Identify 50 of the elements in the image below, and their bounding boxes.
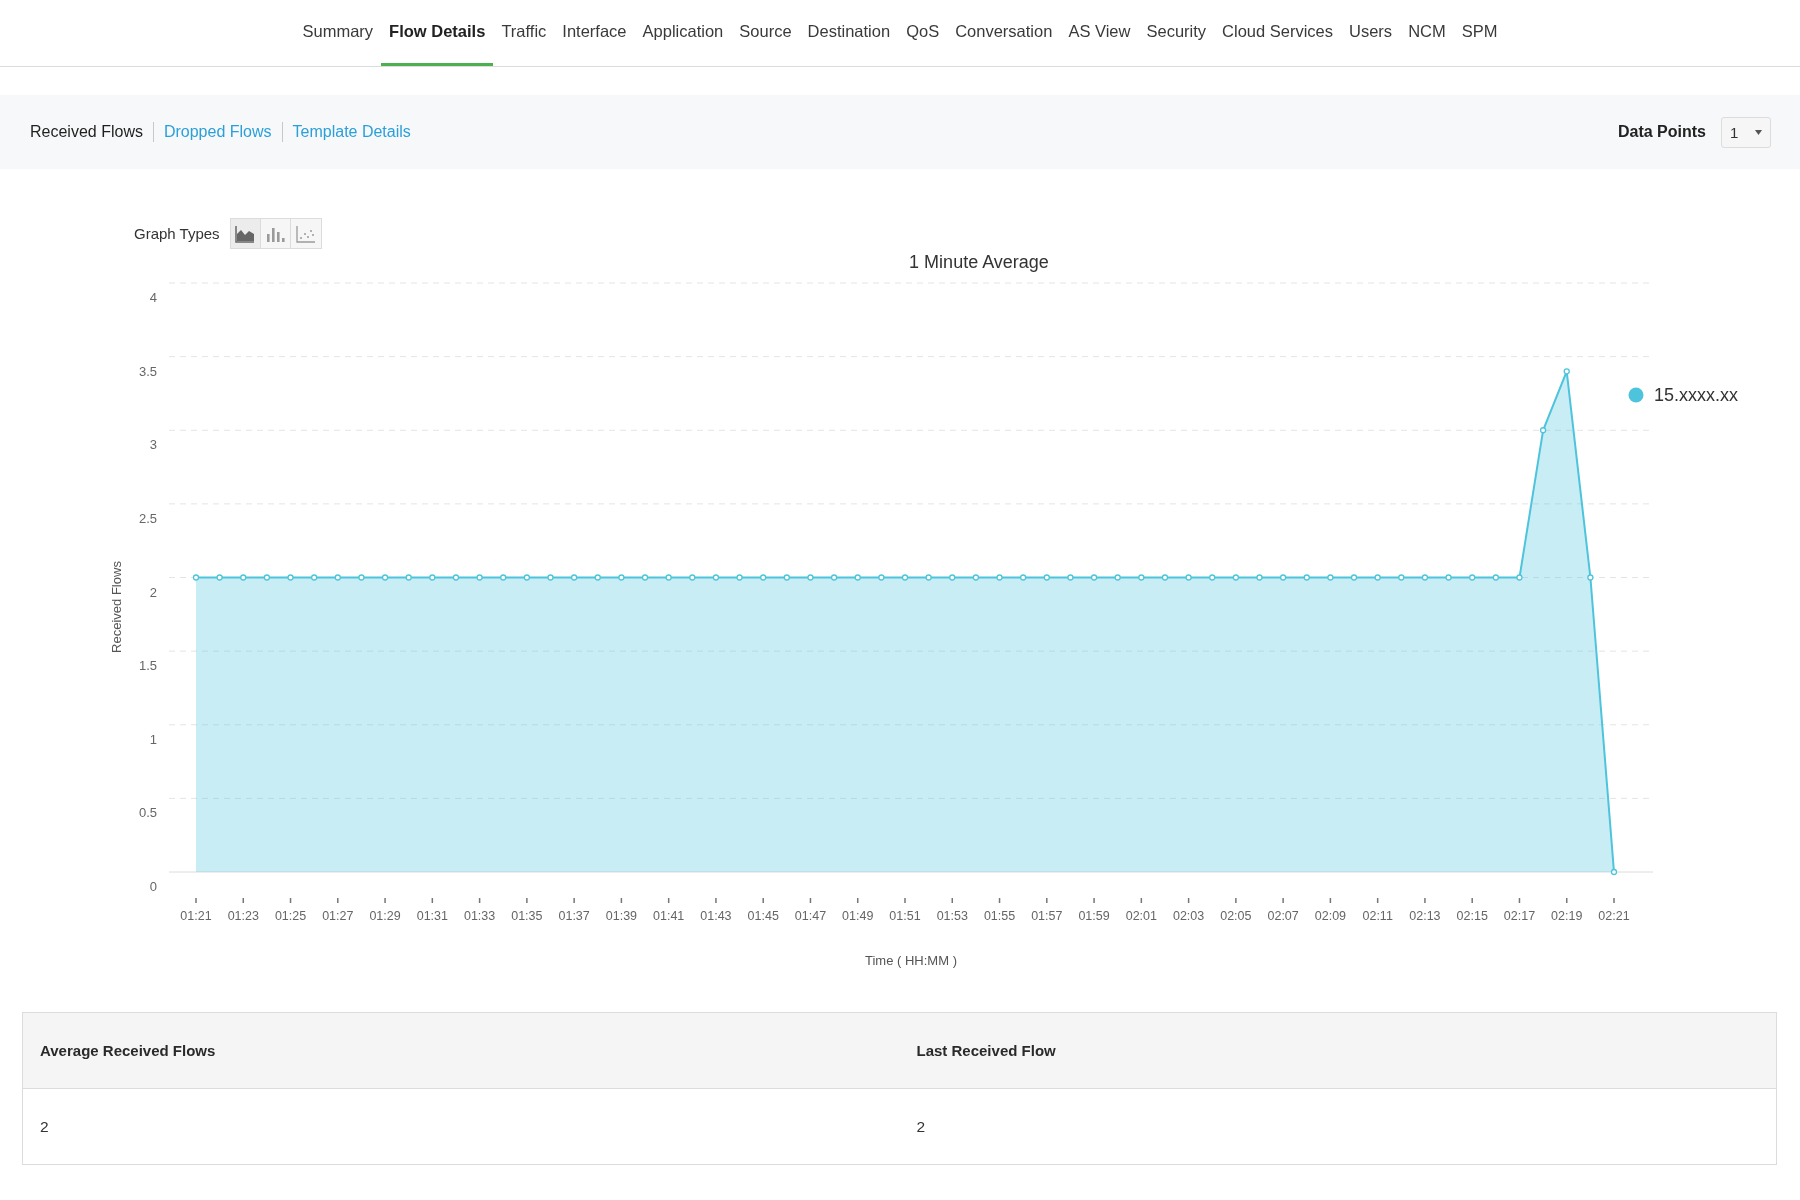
x-axis-tick-label: 01:35 — [511, 909, 543, 923]
x-axis-tick-label: 02:09 — [1314, 909, 1347, 923]
x-axis-tick-label: 02:05 — [1220, 909, 1252, 923]
y-axis-tick-label: 4 — [149, 290, 157, 305]
column-header: Average Received Flows — [22, 1012, 900, 1089]
x-axis-tick-label: 01:45 — [747, 909, 779, 923]
x-axis-tick-label: 02:21 — [1598, 909, 1630, 923]
y-axis-tick-label: 0 — [149, 879, 157, 894]
x-axis-tick-label: 02:15 — [1456, 909, 1488, 923]
x-axis-tick-label: 02:07 — [1267, 909, 1299, 923]
x-axis-tick-label: 01:55 — [983, 909, 1016, 923]
x-axis-tick-label: 01:51 — [889, 909, 921, 923]
x-axis-tick-label: 02:13 — [1409, 909, 1441, 923]
table-cell: 2 — [22, 1088, 900, 1165]
x-axis-tick-label: 01:59 — [1078, 909, 1110, 923]
x-axis-tick-label: 01:49 — [842, 909, 874, 923]
x-axis-tick-label: 02:11 — [1362, 909, 1393, 923]
x-axis-tick-label: 01:23 — [227, 909, 259, 923]
x-axis-tick-label: 01:39 — [605, 909, 638, 923]
x-axis-tick-label: 01:47 — [794, 909, 827, 923]
x-axis-title: Time ( HH:MM ) — [865, 953, 957, 968]
y-axis-tick-label: 2 — [149, 584, 157, 600]
y-axis-tick-label: 2.5 — [138, 510, 157, 526]
x-axis-tick-label: 02:19 — [1551, 909, 1583, 923]
x-axis-tick-label: 01:33 — [463, 909, 496, 923]
x-axis-tick-label: 01:27 — [322, 909, 354, 923]
x-axis-tick-label: 01:25 — [274, 909, 307, 923]
y-axis-tick-label: 3 — [149, 437, 157, 453]
x-axis-tick-label: 01:43 — [700, 909, 732, 923]
x-axis-tick-label: 01:53 — [936, 909, 968, 923]
y-axis-tick-label: 3.5 — [138, 363, 157, 379]
x-axis-tick-label: 02:03 — [1172, 909, 1205, 923]
x-axis-tick-label: 02:17 — [1503, 909, 1536, 923]
x-axis-tick-label: 01:41 — [653, 909, 685, 923]
y-axis-tick-label: 1.5 — [138, 658, 157, 674]
x-axis-tick-label: 01:37 — [558, 909, 590, 923]
x-axis-tick-label: 02:01 — [1125, 909, 1157, 923]
data-points-label: Data Points — [1618, 123, 1706, 141]
x-axis-tick-label: 01:57 — [1031, 909, 1063, 923]
x-axis-tick-label: 01:21 — [180, 909, 212, 923]
x-axis-tick-label: 01:29 — [369, 909, 401, 923]
column-header: Last Received Flow — [899, 1012, 1777, 1089]
x-axis-tick-label: 01:31 — [416, 909, 448, 923]
graph-types-label: Graph Types — [134, 225, 220, 242]
y-axis-title: Received Flows — [109, 561, 124, 653]
y-axis-tick-label: 1 — [149, 731, 157, 747]
table-cell: 2 — [899, 1088, 1777, 1165]
chart-title: 1 Minute Average — [909, 252, 1049, 272]
y-axis-tick-label: 0.5 — [138, 805, 157, 821]
legend-label: 15.xxxx.xx — [1654, 385, 1739, 405]
